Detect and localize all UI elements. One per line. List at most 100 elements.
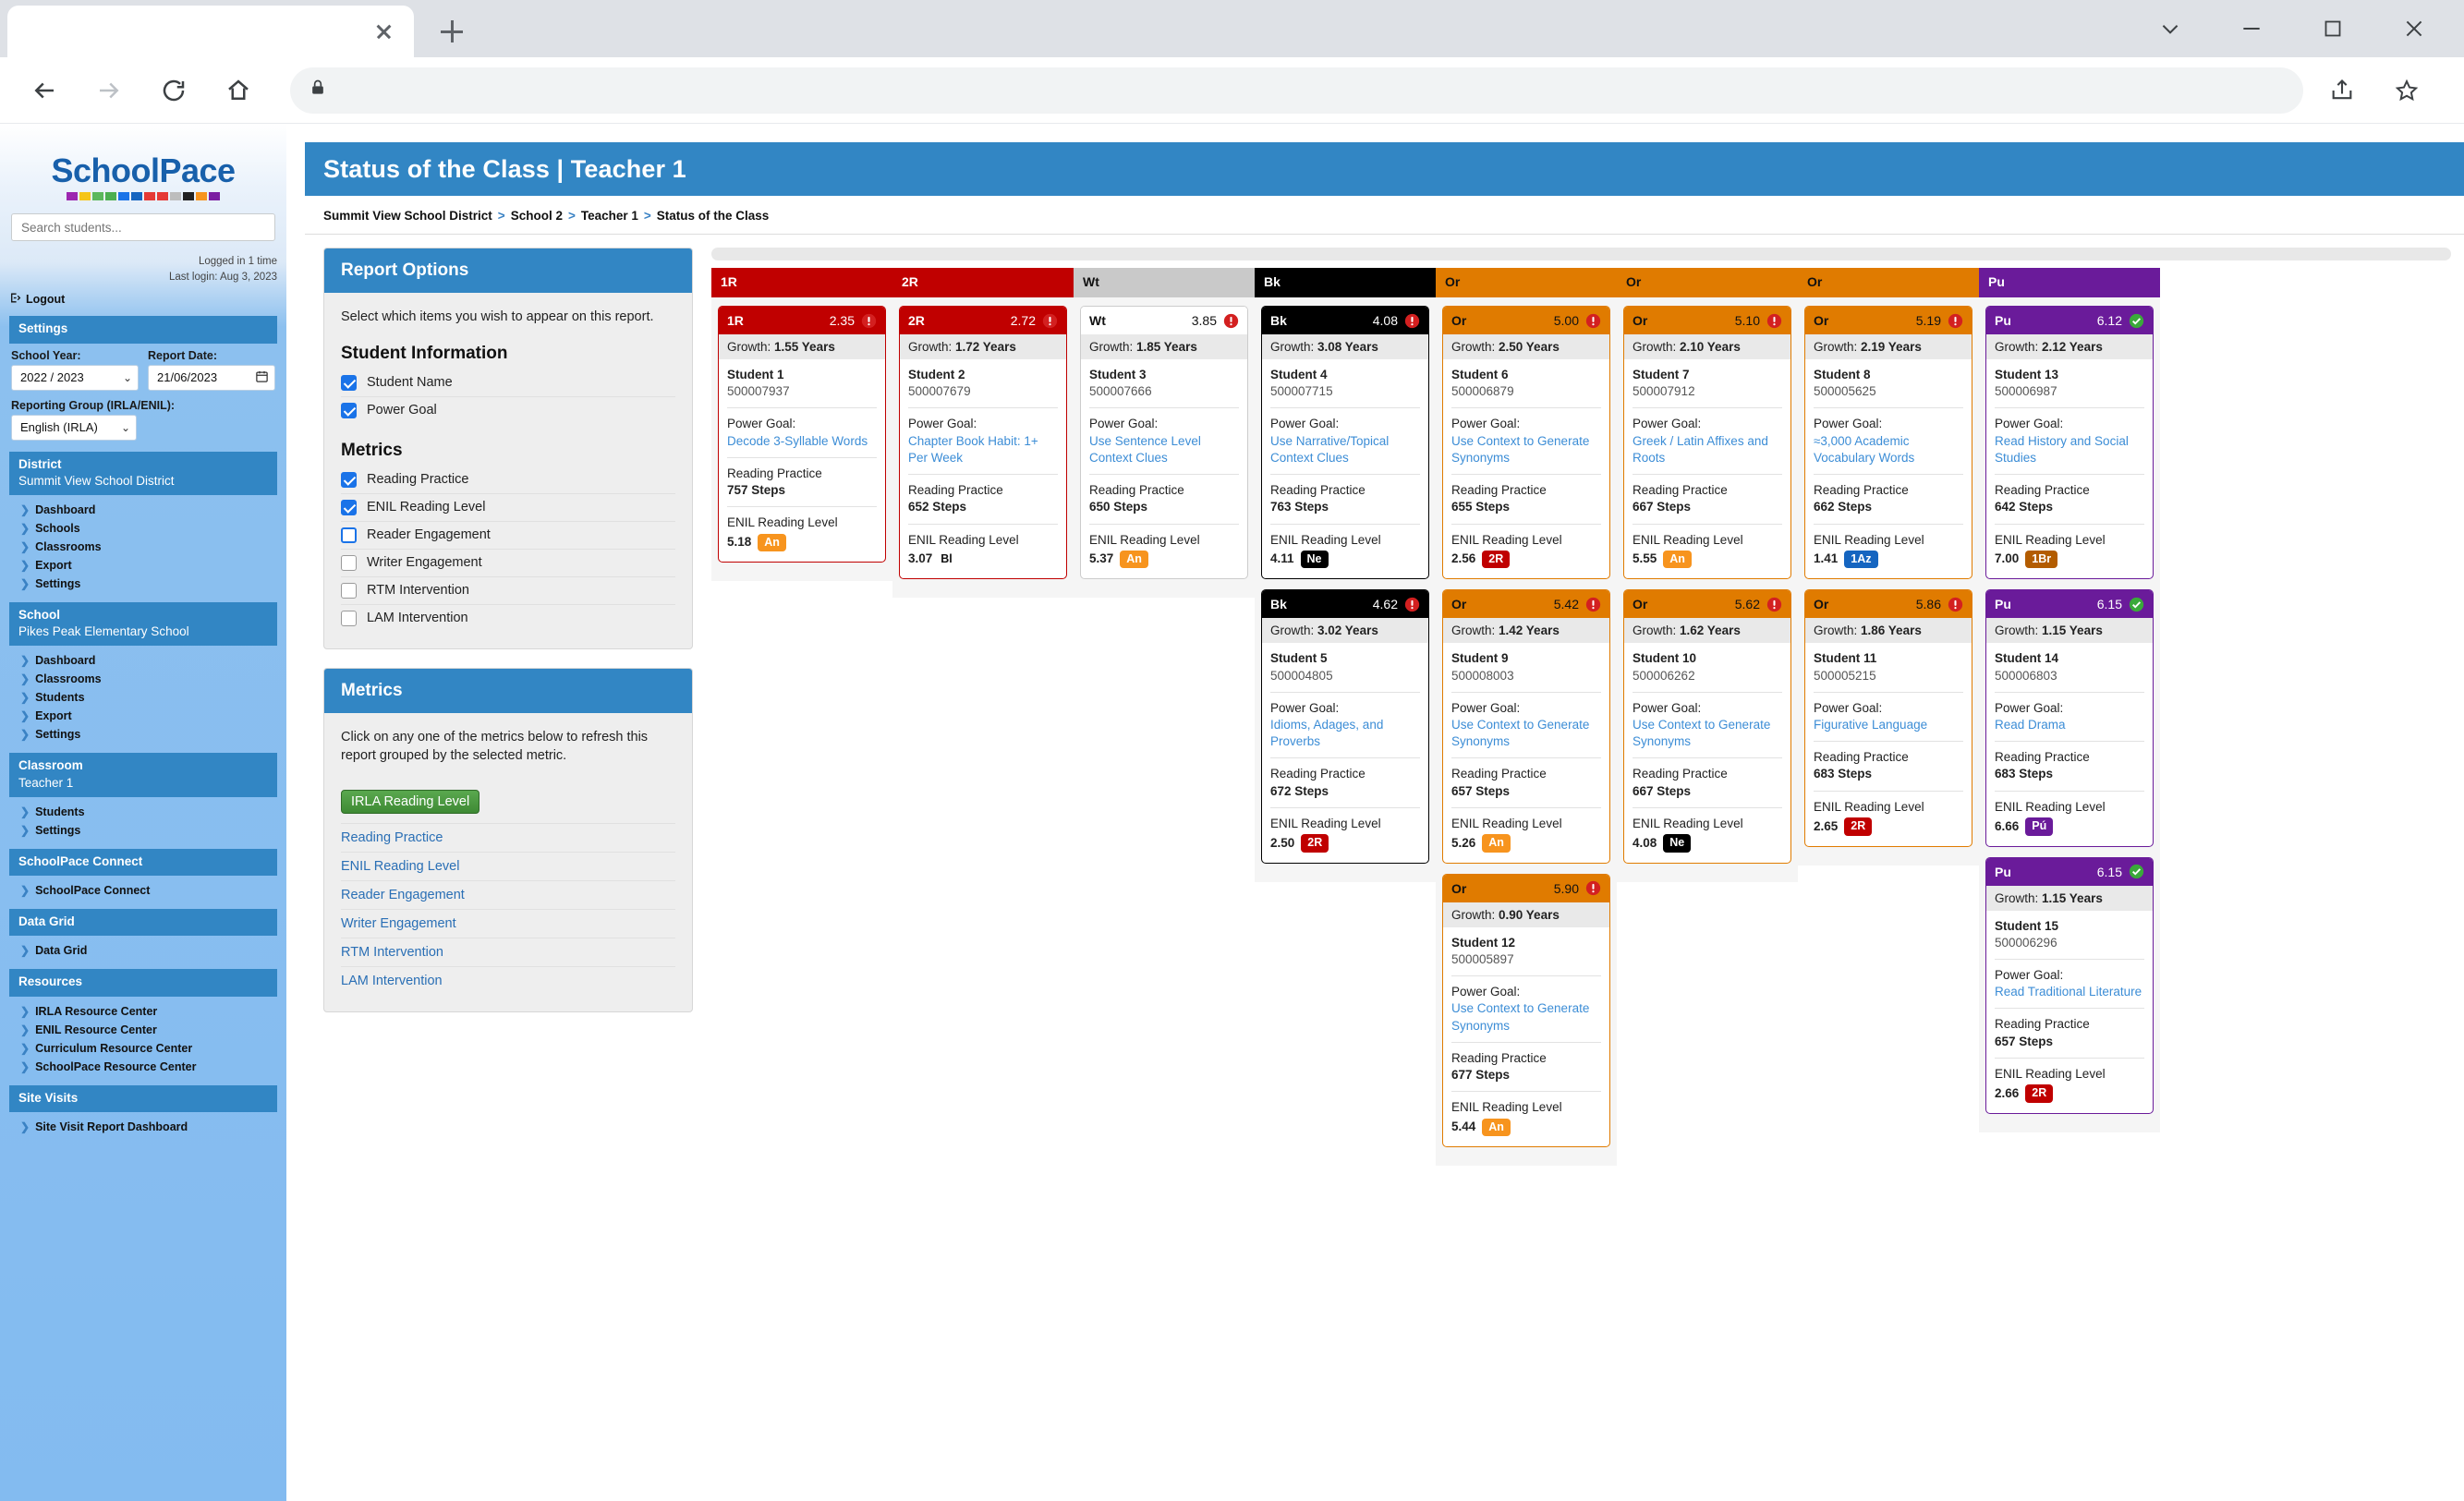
sidebar-item-classrooms[interactable]: ❯ Classrooms	[0, 538, 286, 556]
sidebar-item-settings[interactable]: ❯ Settings	[0, 725, 286, 744]
power-goal-value[interactable]: Idioms, Adages, and Proverbs	[1270, 717, 1420, 750]
sidebar-item-irla-resource-center[interactable]: ❯ IRLA Resource Center	[0, 1002, 286, 1021]
new-tab-icon[interactable]	[431, 10, 473, 53]
sidebar-item-data-grid[interactable]: ❯ Data Grid	[0, 941, 286, 960]
student-card[interactable]: Bk 4.62 Growth: 3.02 Years Student 5 5000048…	[1261, 589, 1429, 864]
school-year-select[interactable]: 2022 / 2023 ⌄	[11, 364, 139, 391]
student-card[interactable]: Wt 3.85 Growth: 1.85 Years Student 3 5000076…	[1080, 306, 1248, 580]
power-goal-value[interactable]: Use Context to Generate Synonyms	[1451, 433, 1601, 466]
sidebar-item-schoolpace-connect[interactable]: ❯ SchoolPace Connect	[0, 881, 286, 900]
sidebar-item-enil-resource-center[interactable]: ❯ ENIL Resource Center	[0, 1021, 286, 1039]
home-icon[interactable]	[212, 65, 264, 116]
metric-link-reading-practice[interactable]: Reading Practice	[341, 830, 443, 845]
enil-label: ENIL Reading Level	[1451, 816, 1562, 830]
power-goal-value[interactable]: Use Narrative/Topical Context Clues	[1270, 433, 1420, 466]
metric-irla-reading-level[interactable]: IRLA Reading Level	[341, 789, 480, 814]
sidebar-item-curriculum-resource-center[interactable]: ❯ Curriculum Resource Center	[0, 1039, 286, 1058]
power-goal-value[interactable]: Use Context to Generate Synonyms	[1451, 717, 1601, 750]
checkbox-lam-intervention[interactable]	[341, 610, 357, 626]
star-icon[interactable]	[2381, 65, 2433, 116]
student-card[interactable]: Or 5.62 Growth: 1.62 Years Student 10 500006…	[1623, 589, 1791, 864]
option-row[interactable]: Student Name	[341, 369, 675, 397]
checkbox-reader-engagement[interactable]	[341, 527, 357, 543]
student-card[interactable]: Or 5.42 Growth: 1.42 Years Student 9 5000080…	[1442, 589, 1610, 864]
logout-link[interactable]: Logout	[0, 284, 286, 316]
chevron-down-icon[interactable]	[2130, 0, 2211, 57]
option-row[interactable]: RTM Intervention	[341, 577, 675, 605]
student-card[interactable]: Pu 6.15 Growth: 1.15 Years Student 14 500006…	[1985, 589, 2154, 847]
close-icon[interactable]	[370, 18, 397, 45]
calendar-icon[interactable]	[255, 369, 269, 386]
student-card[interactable]: 1R 2.35 Growth: 1.55 Years Student 1 5000079…	[718, 306, 886, 563]
student-card[interactable]: Or 5.10 Growth: 2.10 Years Student 7 5000079…	[1623, 306, 1791, 580]
power-goal-value[interactable]: Use Context to Generate Synonyms	[1633, 717, 1782, 750]
checkbox-student-name[interactable]	[341, 374, 357, 391]
metric-link-lam-intervention[interactable]: LAM Intervention	[341, 974, 443, 988]
option-row[interactable]: Reading Practice	[341, 466, 675, 494]
student-card[interactable]: Pu 6.15 Growth: 1.15 Years Student 15 500006…	[1985, 856, 2154, 1114]
metric-link-reader-engagement[interactable]: Reader Engagement	[341, 888, 465, 902]
student-card[interactable]: Or 5.86 Growth: 1.86 Years Student 11 500005…	[1804, 589, 1972, 847]
breadcrumb-item[interactable]: Teacher 1	[581, 209, 638, 223]
student-card[interactable]: Or 5.00 Growth: 2.50 Years Student 6 5000068…	[1442, 306, 1610, 580]
power-goal-value[interactable]: Chapter Book Habit: 1+ Per Week	[908, 433, 1058, 466]
sidebar-item-schools[interactable]: ❯ Schools	[0, 519, 286, 538]
maximize-icon[interactable]	[2292, 0, 2373, 57]
power-goal-value[interactable]: Use Sentence Level Context Clues	[1089, 433, 1239, 466]
option-row[interactable]: ENIL Reading Level	[341, 494, 675, 522]
power-goal-value[interactable]: Figurative Language	[1814, 717, 1963, 733]
search-input[interactable]: Search students...	[11, 213, 275, 241]
checkbox-enil-reading-level[interactable]	[341, 499, 357, 515]
checkbox-reading-practice[interactable]	[341, 471, 357, 488]
student-card[interactable]: 2R 2.72 Growth: 1.72 Years Student 2 5000076…	[899, 306, 1067, 580]
checkbox-writer-engagement[interactable]	[341, 554, 357, 571]
breadcrumb-item[interactable]: Summit View School District	[323, 209, 492, 223]
sidebar-item-dashboard[interactable]: ❯ Dashboard	[0, 501, 286, 519]
power-goal-value[interactable]: ≈3,000 Academic Vocabulary Words	[1814, 433, 1963, 466]
back-arrow-icon[interactable]	[18, 65, 70, 116]
option-row[interactable]: LAM Intervention	[341, 605, 675, 632]
sidebar-item-settings[interactable]: ❯ Settings	[0, 821, 286, 840]
address-bar[interactable]	[290, 67, 2303, 114]
metric-link-enil-reading-level[interactable]: ENIL Reading Level	[341, 859, 459, 874]
reload-icon[interactable]	[148, 65, 200, 116]
browser-tab[interactable]	[7, 6, 414, 57]
power-goal-value[interactable]: Use Context to Generate Synonyms	[1451, 1000, 1601, 1034]
report-date-input[interactable]: 21/06/2023	[148, 364, 275, 391]
student-card[interactable]: Bk 4.08 Growth: 3.08 Years Student 4 5000077…	[1261, 306, 1429, 580]
metric-link-writer-engagement[interactable]: Writer Engagement	[341, 916, 456, 931]
forward-arrow-icon[interactable]	[83, 65, 135, 116]
option-row[interactable]: Power Goal	[341, 397, 675, 424]
sidebar-item-site-visit-report-dashboard[interactable]: ❯ Site Visit Report Dashboard	[0, 1118, 286, 1136]
power-goal-value[interactable]: Read History and Social Studies	[1995, 433, 2144, 466]
student-card[interactable]: Pu 6.12 Growth: 2.12 Years Student 13 500006…	[1985, 306, 2154, 580]
sidebar-item-settings[interactable]: ❯ Settings	[0, 575, 286, 593]
power-goal-value[interactable]: Read Drama	[1995, 717, 2144, 733]
sidebar-item-export[interactable]: ❯ Export	[0, 707, 286, 725]
close-window-icon[interactable]	[2373, 0, 2455, 57]
option-row[interactable]: Writer Engagement	[341, 550, 675, 577]
power-goal-value[interactable]: Decode 3-Syllable Words	[727, 433, 877, 450]
option-row[interactable]: Reader Engagement	[341, 522, 675, 550]
sidebar-item-export[interactable]: ❯ Export	[0, 556, 286, 575]
student-card[interactable]: Or 5.90 Growth: 0.90 Years Student 12 500005…	[1442, 873, 1610, 1148]
app-logo[interactable]: SchoolPace	[0, 124, 286, 200]
sidebar-item-classrooms[interactable]: ❯ Classrooms	[0, 670, 286, 688]
enil-badge: 2R	[2025, 1084, 2054, 1103]
power-goal-value[interactable]: Greek / Latin Affixes and Roots	[1633, 433, 1782, 466]
share-icon[interactable]	[2316, 65, 2368, 116]
sidebar-item-students[interactable]: ❯ Students	[0, 803, 286, 821]
power-goal-label: Power Goal:	[1814, 700, 1883, 715]
checkbox-power-goal[interactable]	[341, 402, 357, 418]
student-card[interactable]: Or 5.19 Growth: 2.19 Years Student 8 5000056…	[1804, 306, 1972, 580]
sidebar-item-students[interactable]: ❯ Students	[0, 688, 286, 707]
reporting-group-select[interactable]: English (IRLA) ⌄	[11, 414, 137, 441]
metric-link-rtm-intervention[interactable]: RTM Intervention	[341, 945, 443, 960]
sidebar-item-dashboard[interactable]: ❯ Dashboard	[0, 651, 286, 670]
power-goal-value[interactable]: Read Traditional Literature	[1995, 984, 2144, 1000]
horizontal-scrollbar[interactable]	[711, 248, 2451, 260]
sidebar-item-schoolpace-resource-center[interactable]: ❯ SchoolPace Resource Center	[0, 1058, 286, 1076]
minimize-icon[interactable]	[2211, 0, 2292, 57]
breadcrumb-item[interactable]: School 2	[511, 209, 563, 223]
checkbox-rtm-intervention[interactable]	[341, 582, 357, 599]
